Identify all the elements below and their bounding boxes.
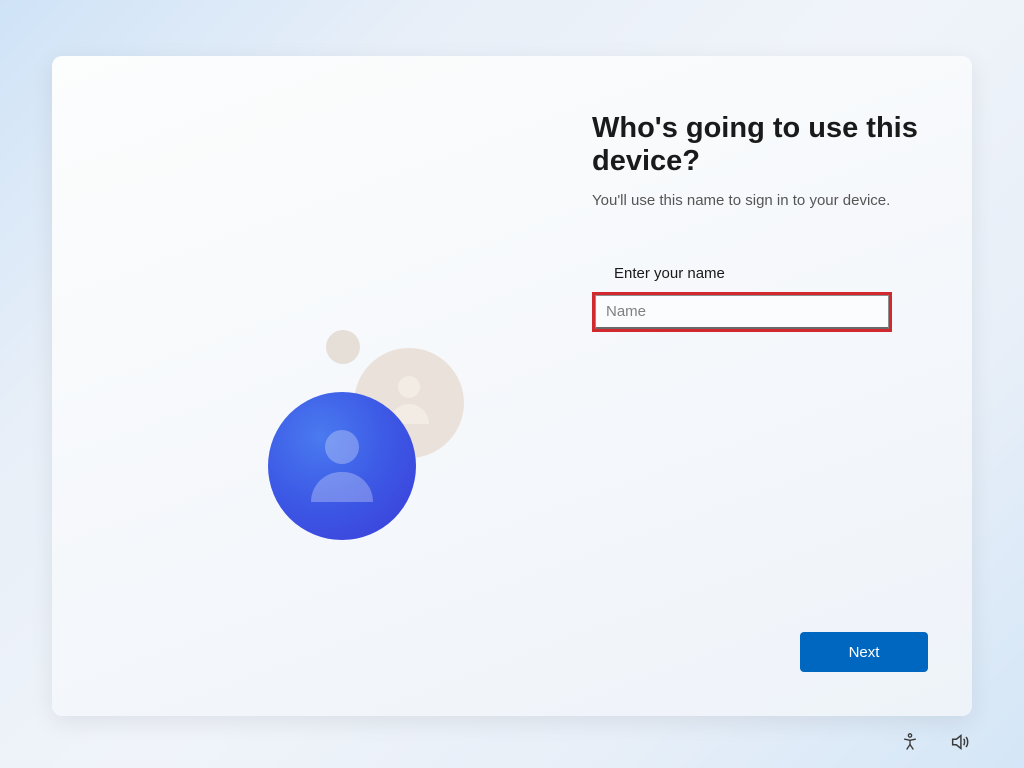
form-pane: Who's going to use this device? You'll u…	[556, 106, 928, 676]
next-button[interactable]: Next	[800, 632, 928, 672]
illustration-pane	[96, 106, 556, 676]
volume-icon[interactable]	[948, 730, 972, 754]
page-title: Who's going to use this device?	[592, 112, 928, 178]
setup-card: Who's going to use this device? You'll u…	[52, 56, 972, 716]
decorative-circle-small	[326, 330, 360, 364]
person-icon-blue	[268, 392, 416, 540]
name-input-highlight	[592, 292, 892, 332]
taskbar	[898, 730, 972, 754]
name-input[interactable]	[595, 295, 889, 329]
accessibility-icon[interactable]	[898, 730, 922, 754]
name-field-label: Enter your name	[614, 265, 928, 282]
page-subtitle: You'll use this name to sign in to your …	[592, 192, 928, 209]
